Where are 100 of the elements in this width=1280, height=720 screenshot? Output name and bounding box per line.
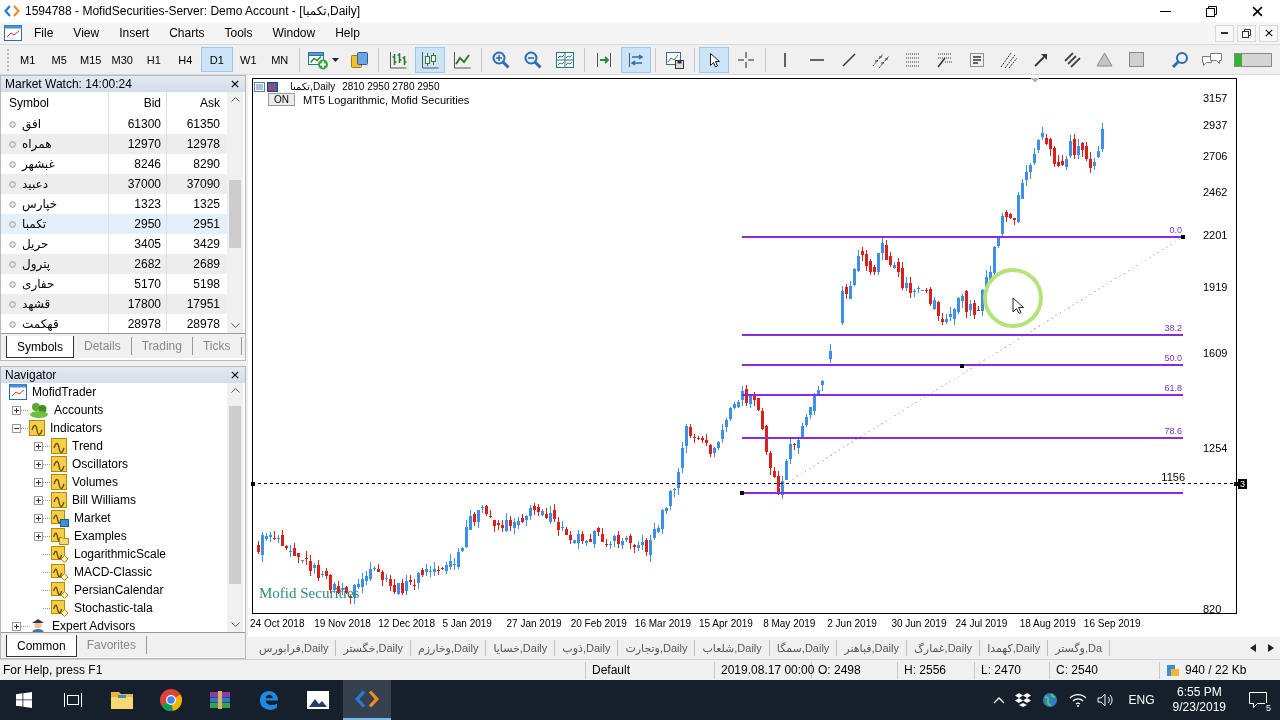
clock-time[interactable]: 6:55 PM bbox=[1176, 685, 1222, 700]
tree-item[interactable]: LogarithmicScale bbox=[74, 547, 167, 561]
timeframe-button[interactable]: H1 bbox=[138, 47, 170, 72]
plus-box-icon[interactable] bbox=[34, 531, 43, 541]
indicator-label: MT5 Logarithmic, Mofid Securities bbox=[303, 93, 470, 106]
column-header[interactable]: Symbol bbox=[1, 92, 109, 114]
timeframe-button[interactable]: H4 bbox=[169, 47, 201, 72]
tab[interactable]: Common bbox=[6, 635, 77, 657]
date-label: 27 Jan 2019 bbox=[506, 617, 563, 631]
scrollbar[interactable] bbox=[227, 383, 243, 632]
bid-cell: 37000 bbox=[109, 174, 167, 194]
menu-item[interactable]: Insert bbox=[109, 24, 160, 42]
price-label: 1254 bbox=[1203, 440, 1228, 455]
wifi-icon[interactable] bbox=[1068, 693, 1087, 707]
chart-tab[interactable]: خسایا,Daily bbox=[486, 640, 556, 656]
tree-item[interactable]: MofidTrader bbox=[32, 385, 97, 399]
date-label: 5 Jan 2019 bbox=[442, 617, 493, 631]
fibonacci-level-label: 61.8 bbox=[1164, 383, 1182, 394]
minus-box-icon[interactable] bbox=[12, 423, 21, 433]
globe-icon[interactable] bbox=[1040, 692, 1059, 708]
date-label: 2 Jun 2019 bbox=[827, 617, 878, 631]
triangle-icon bbox=[1096, 52, 1113, 67]
plus-box-icon[interactable] bbox=[34, 441, 43, 451]
tree-item[interactable]: Accounts bbox=[54, 403, 104, 417]
close-button[interactable] bbox=[1259, 24, 1278, 42]
restore-button[interactable] bbox=[1237, 24, 1256, 42]
indicator-toggle-button[interactable]: ON bbox=[268, 93, 295, 106]
timeframe-button[interactable]: MN bbox=[264, 47, 296, 72]
chart-tab[interactable]: خگستر,Daily bbox=[336, 640, 411, 656]
candlesticks-button[interactable] bbox=[414, 46, 445, 73]
tree-item[interactable]: Volumes bbox=[72, 475, 119, 489]
chevron-up-icon[interactable] bbox=[992, 696, 1005, 704]
tab[interactable]: Symbols bbox=[6, 336, 74, 358]
chevrons-icon bbox=[4, 5, 20, 17]
tree-item[interactable]: Bill Williams bbox=[72, 493, 136, 507]
zoom-in-icon bbox=[490, 49, 511, 70]
timeframe-button[interactable]: M5 bbox=[43, 47, 75, 72]
plus-box-icon[interactable] bbox=[12, 405, 21, 415]
chart-tab[interactable]: کهمدا,Daily bbox=[980, 640, 1049, 656]
tree-item[interactable]: Examples bbox=[74, 529, 127, 543]
language-indicator[interactable]: ENG bbox=[1128, 693, 1155, 707]
status-text: For Help, press F1 bbox=[2, 661, 104, 679]
fibonacci-level-label: 38.2 bbox=[1164, 322, 1182, 333]
tree-item[interactable]: Trend bbox=[72, 439, 103, 453]
tree-item[interactable]: Expert Advisors bbox=[52, 619, 136, 632]
diamonds-icon[interactable] bbox=[1014, 693, 1031, 707]
scrollbar-thumb[interactable] bbox=[229, 406, 241, 584]
menu-item[interactable]: Tools bbox=[214, 24, 263, 42]
chart-tab[interactable]: سمگا,Daily bbox=[769, 640, 838, 656]
tree-item[interactable]: MACD-Classic bbox=[74, 565, 152, 579]
chart-tab[interactable]: شلعاب,Daily bbox=[695, 640, 770, 656]
triangle-left-icon[interactable] bbox=[1250, 644, 1256, 652]
timeframe-button[interactable]: M30 bbox=[106, 47, 138, 72]
chart-tab[interactable]: غمارگ,Daily bbox=[907, 640, 981, 656]
plus-box-icon[interactable] bbox=[34, 477, 43, 487]
column-header[interactable]: Bid bbox=[109, 92, 167, 114]
minimize-button[interactable] bbox=[1215, 24, 1234, 42]
chart-tab[interactable]: فرابورس,Daily bbox=[252, 640, 337, 656]
menu-item[interactable]: File bbox=[24, 24, 64, 42]
column-header[interactable]: Ask bbox=[167, 92, 225, 114]
text-box-icon bbox=[968, 51, 985, 68]
chart-tab[interactable]: وگستر,Da bbox=[1048, 640, 1111, 656]
plus-box-icon[interactable] bbox=[34, 513, 43, 523]
plus-box-icon[interactable] bbox=[34, 495, 43, 505]
symbol-cell: قهکمت bbox=[22, 317, 59, 331]
circle-icon bbox=[9, 160, 16, 168]
tree-item[interactable]: PersianCalendar bbox=[74, 583, 164, 597]
symbol-cell: همراه bbox=[22, 137, 52, 151]
timeframe-button[interactable]: M15 bbox=[75, 47, 107, 72]
plus-box-icon[interactable] bbox=[12, 621, 21, 631]
chart-tab[interactable]: ذوب,Daily bbox=[555, 640, 619, 656]
scrollbar[interactable] bbox=[227, 92, 243, 333]
triangle-right-icon[interactable] bbox=[1268, 644, 1274, 652]
bid-cell: 2950 bbox=[109, 214, 167, 234]
tree-item[interactable]: Market bbox=[74, 511, 111, 525]
timeframe-button[interactable]: W1 bbox=[232, 47, 264, 72]
plus-box-icon[interactable] bbox=[34, 459, 43, 469]
timeframe-button[interactable]: M1 bbox=[12, 47, 44, 72]
cursor-button[interactable] bbox=[698, 46, 729, 73]
timeframe-button[interactable]: D1 bbox=[201, 47, 233, 72]
chart-tab[interactable]: وخارزم,Daily bbox=[411, 640, 487, 656]
speaker-icon[interactable] bbox=[1096, 693, 1115, 707]
symbol-cell: دعبید bbox=[22, 177, 49, 191]
date-label: 20 Feb 2019 bbox=[570, 617, 628, 631]
chart-shift-button[interactable] bbox=[620, 46, 651, 73]
status-profile: Default bbox=[585, 661, 715, 679]
chart-tab[interactable]: فباهنر,Daily bbox=[837, 640, 907, 656]
scrollbar-thumb[interactable] bbox=[229, 180, 241, 248]
menu-item[interactable]: Charts bbox=[159, 24, 215, 42]
window-title: 1594788 - MofidSecurities-Server: Demo Account - [تکمبا,Daily] bbox=[25, 4, 360, 18]
chart-tab[interactable]: وتجارت,Daily bbox=[618, 640, 696, 656]
menu-item[interactable]: Help bbox=[325, 24, 370, 42]
menu-item[interactable]: View bbox=[63, 24, 110, 42]
tree-item[interactable]: Indicators bbox=[50, 421, 103, 435]
tree-item[interactable]: Oscillators bbox=[72, 457, 128, 471]
menu-item[interactable]: Window bbox=[262, 24, 326, 42]
chevron-up-icon bbox=[230, 97, 240, 102]
notification-button[interactable]: 5 bbox=[1244, 680, 1272, 720]
tree-item[interactable]: Stochastic-tala bbox=[74, 601, 153, 615]
clock-date[interactable]: 9/23/2019 bbox=[1172, 700, 1226, 715]
